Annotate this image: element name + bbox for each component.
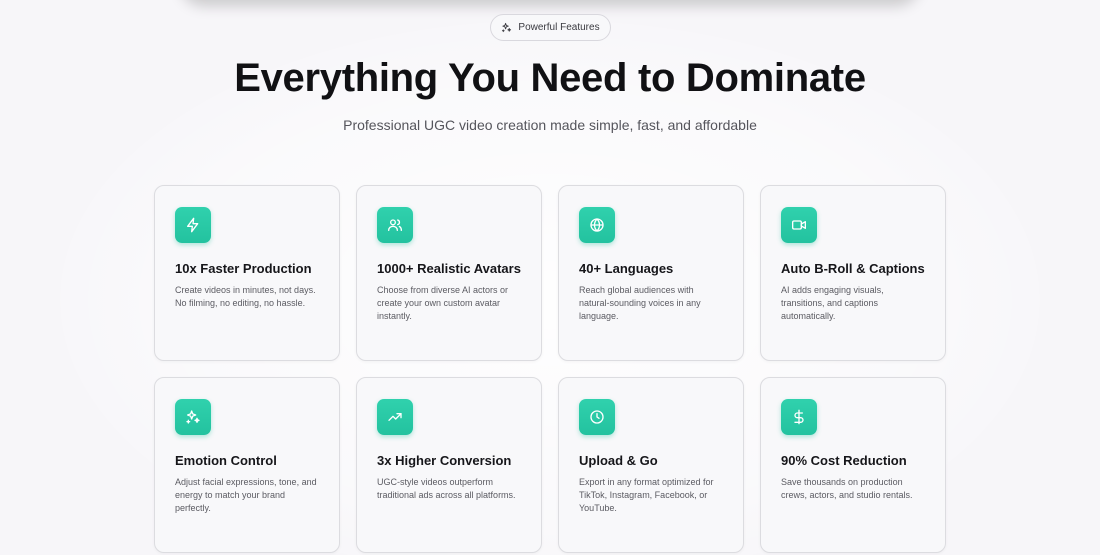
- feature-description: AI adds engaging visuals, transitions, a…: [781, 285, 884, 321]
- feature-title: Upload & Go: [579, 453, 658, 468]
- badge-label: Powerful Features: [518, 22, 600, 33]
- feature-icon-tile: [579, 399, 615, 435]
- globe-icon: [590, 218, 604, 232]
- feature-card-languages: 40+ Languages Reach global audiences wit…: [558, 185, 744, 361]
- feature-icon-tile: [175, 207, 211, 243]
- users-icon: [388, 219, 402, 231]
- feature-description: UGC-style videos outperform traditional …: [377, 477, 516, 500]
- feature-card-realistic-avatars: 1000+ Realistic Avatars Choose from dive…: [356, 185, 542, 361]
- feature-description: Save thousands on production crews, acto…: [781, 477, 913, 500]
- video-camera-icon: [792, 220, 806, 230]
- feature-card-upload-go: Upload & Go Export in any format optimiz…: [558, 377, 744, 553]
- feature-title: 3x Higher Conversion: [377, 453, 512, 468]
- powerful-features-badge: Powerful Features: [490, 14, 611, 41]
- feature-title: 40+ Languages: [579, 261, 674, 276]
- feature-card-faster-production: 10x Faster Production Create videos in m…: [154, 185, 340, 361]
- lightning-icon: [187, 217, 199, 233]
- features-section: Powerful Features Everything You Need to…: [0, 0, 1100, 555]
- feature-description: Create videos in minutes, not days. No f…: [175, 285, 316, 308]
- feature-icon-tile: [781, 207, 817, 243]
- feature-card-cost-reduction: 90% Cost Reduction Save thousands on pro…: [760, 377, 946, 553]
- feature-card-broll-captions: Auto B-Roll & Captions AI adds engaging …: [760, 185, 946, 361]
- feature-description: Reach global audiences with natural-soun…: [579, 285, 701, 321]
- feature-title: Auto B-Roll & Captions: [781, 261, 925, 276]
- trending-up-icon: [388, 413, 402, 421]
- feature-title: 1000+ Realistic Avatars: [377, 261, 521, 276]
- feature-description: Export in any format optimized for TikTo…: [579, 477, 714, 513]
- feature-description: Choose from diverse AI actors or create …: [377, 285, 509, 321]
- feature-title: Emotion Control: [175, 453, 277, 468]
- feature-icon-tile: [377, 207, 413, 243]
- sparkles-icon: [502, 22, 512, 33]
- feature-icon-tile: [579, 207, 615, 243]
- feature-card-higher-conversion: 3x Higher Conversion UGC-style videos ou…: [356, 377, 542, 553]
- feature-title: 10x Faster Production: [175, 261, 312, 276]
- page-subtitle: Professional UGC video creation made sim…: [343, 117, 757, 133]
- feature-icon-tile: [175, 399, 211, 435]
- feature-title: 90% Cost Reduction: [781, 453, 907, 468]
- feature-icon-tile: [377, 399, 413, 435]
- sparkles-icon: [186, 410, 200, 424]
- feature-card-emotion-control: Emotion Control Adjust facial expression…: [154, 377, 340, 553]
- feature-description: Adjust facial expressions, tone, and ene…: [175, 477, 317, 513]
- dollar-icon: [794, 409, 804, 425]
- page-title: Everything You Need to Dominate: [234, 56, 866, 100]
- clock-icon: [590, 410, 604, 424]
- feature-icon-tile: [781, 399, 817, 435]
- feature-grid: 10x Faster Production Create videos in m…: [154, 185, 946, 553]
